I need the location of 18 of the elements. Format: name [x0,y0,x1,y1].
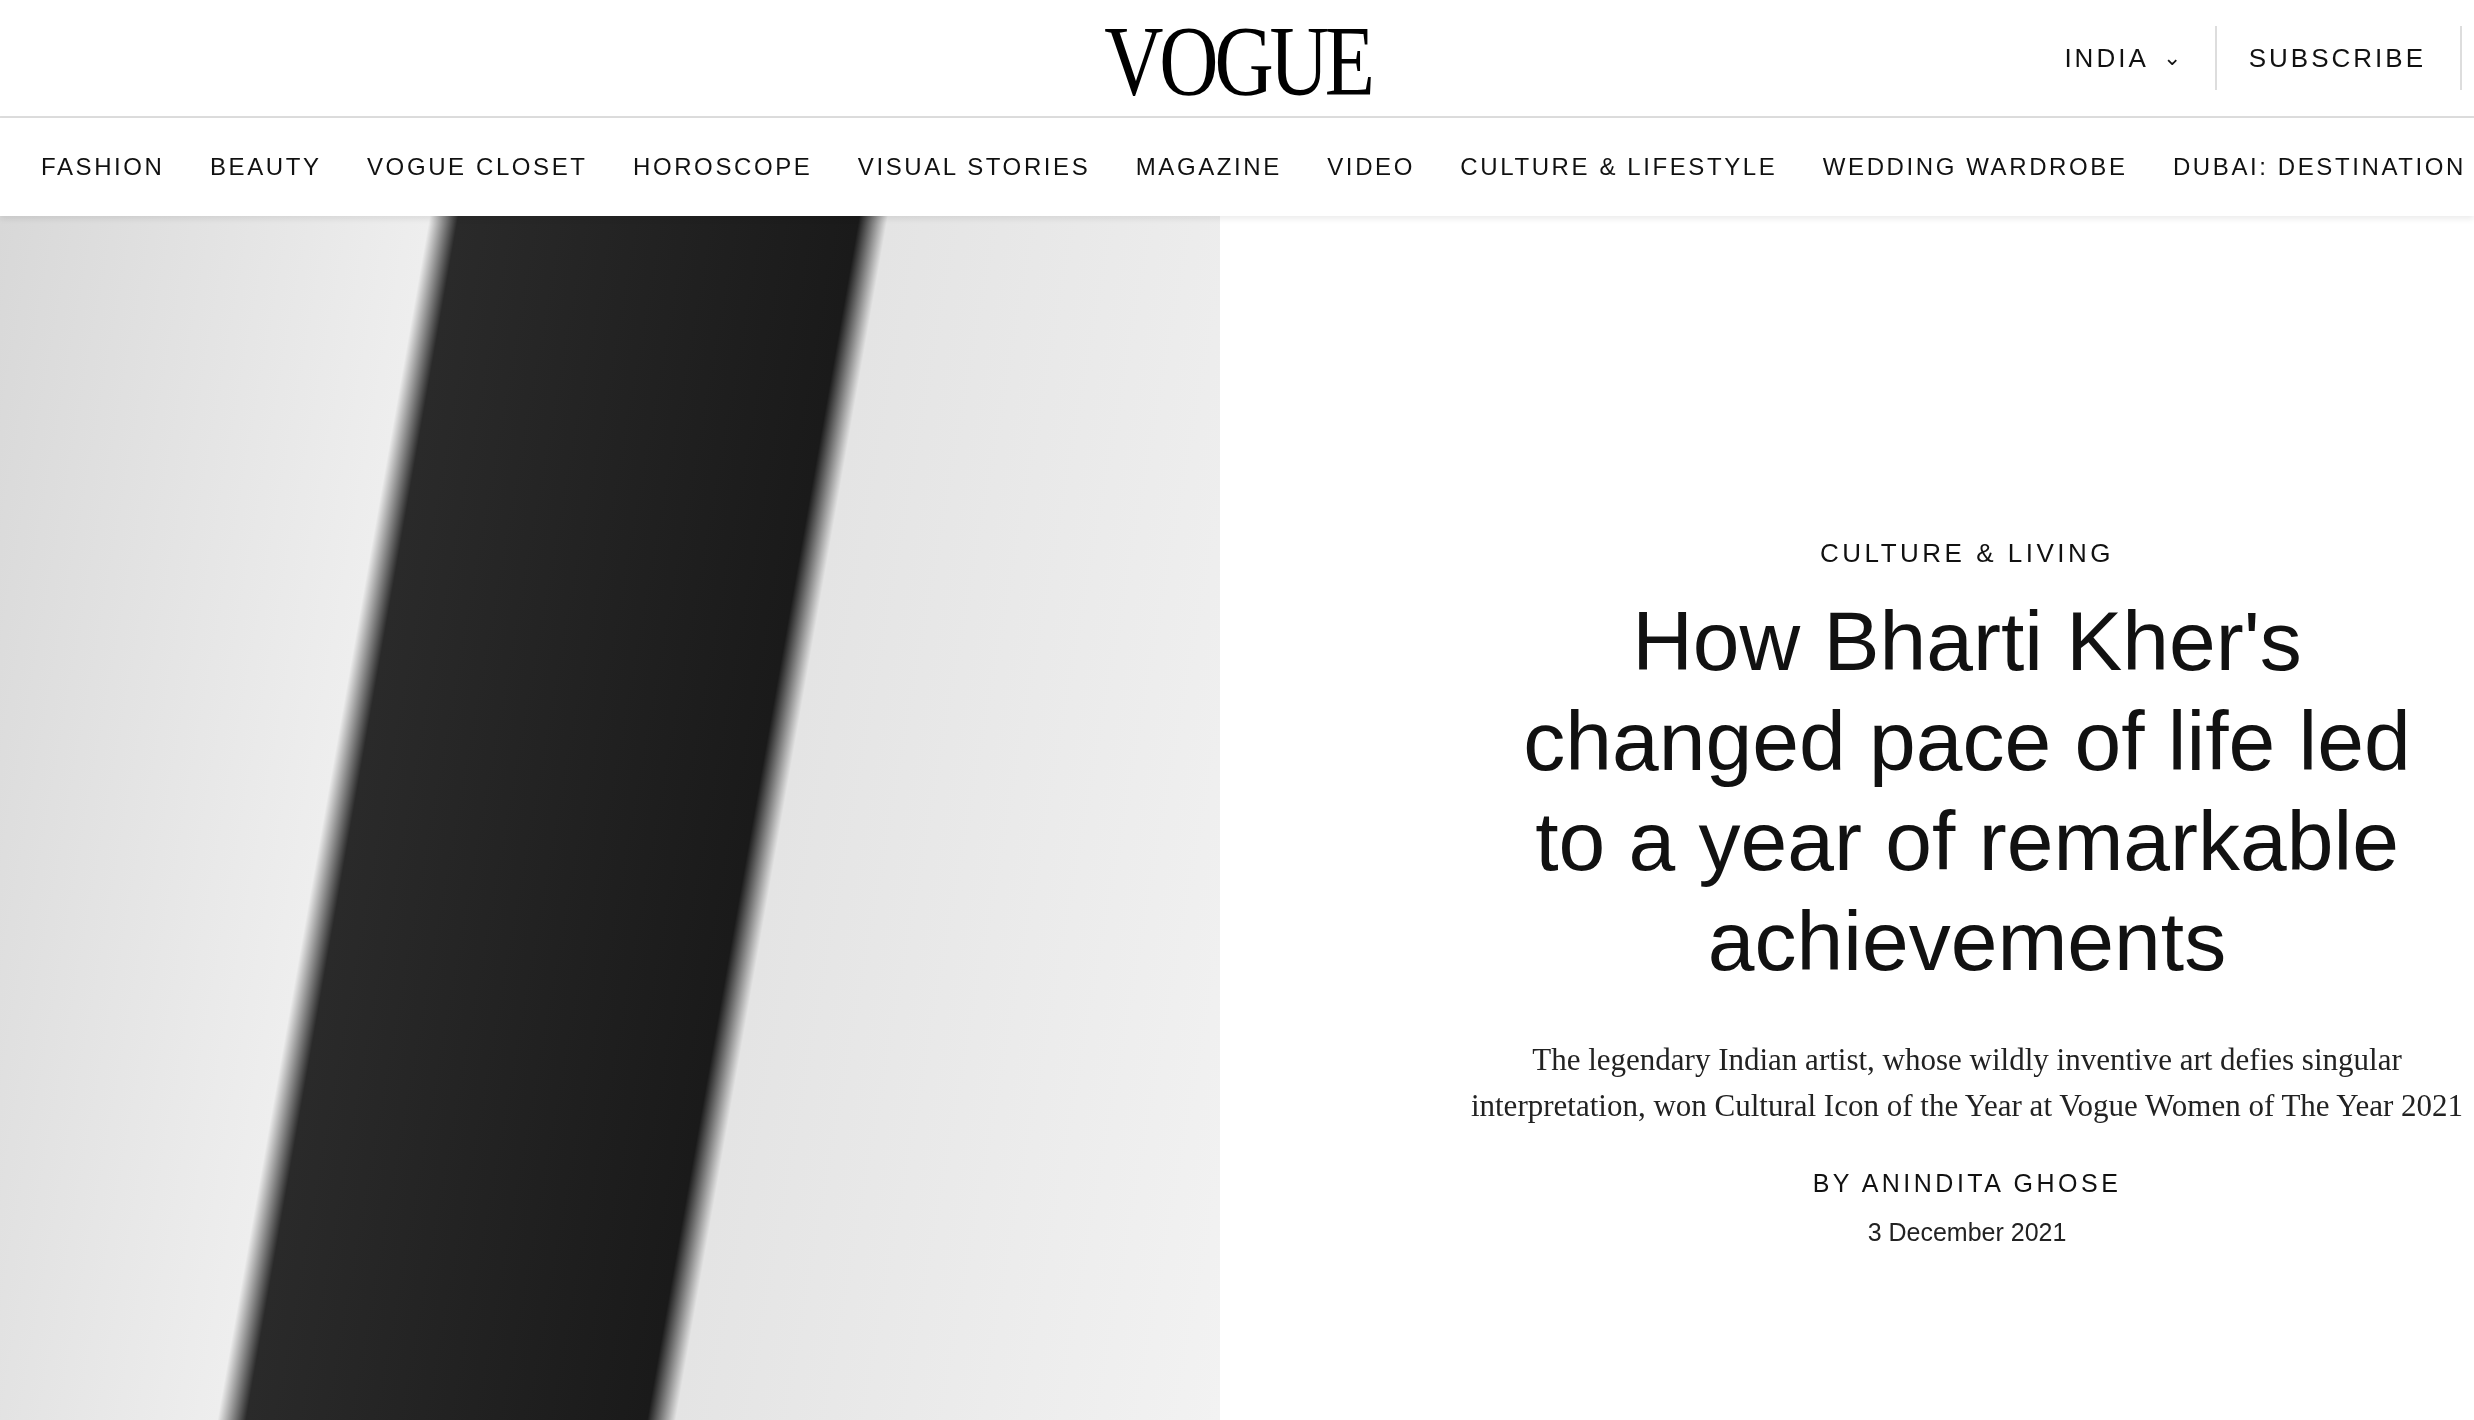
vogue-logo[interactable]: VOGUE [1103,11,1371,111]
category-link[interactable]: CULTURE & LIVING [1820,538,2114,569]
nav-link[interactable]: VIDEO [1327,153,1415,181]
nav-link[interactable]: VISUAL STORIES [857,153,1091,181]
nav-link[interactable]: FASHION [41,153,165,181]
nav-link[interactable]: MAGAZINE [1135,153,1282,181]
nav-link[interactable]: VOGUE CLOSET [367,153,588,181]
nav-link[interactable]: DUBAI: DESTINATION [2172,153,2466,181]
subscribe-link[interactable]: SUBSCRIBE [2216,26,2462,90]
byline: BY ANINDITA GHOSE [1812,1169,2122,1198]
article-summary: The legendary Indian artist, whose wildly inventive art defies singular interpretation, won Cultural Icon of the Year at Vogue Women of The Year 2021 [1469,1041,2465,1125]
region-dropdown[interactable]: INDIA ⌄ [2030,26,2217,90]
publish-date: 3 December 2021 [1867,1218,2067,1247]
nav-link[interactable]: CULTURE & LIFESTYLE [1460,153,1778,181]
article-headline: How Bharti Kher's changed pace of life led to a year of remarkable achievements [1522,593,2412,990]
nav-link[interactable]: HOROSCOPE [633,153,813,181]
nav-link[interactable]: BEAUTY [209,153,322,181]
nav-link[interactable]: WEDDING WARDROBE [1822,153,2128,181]
